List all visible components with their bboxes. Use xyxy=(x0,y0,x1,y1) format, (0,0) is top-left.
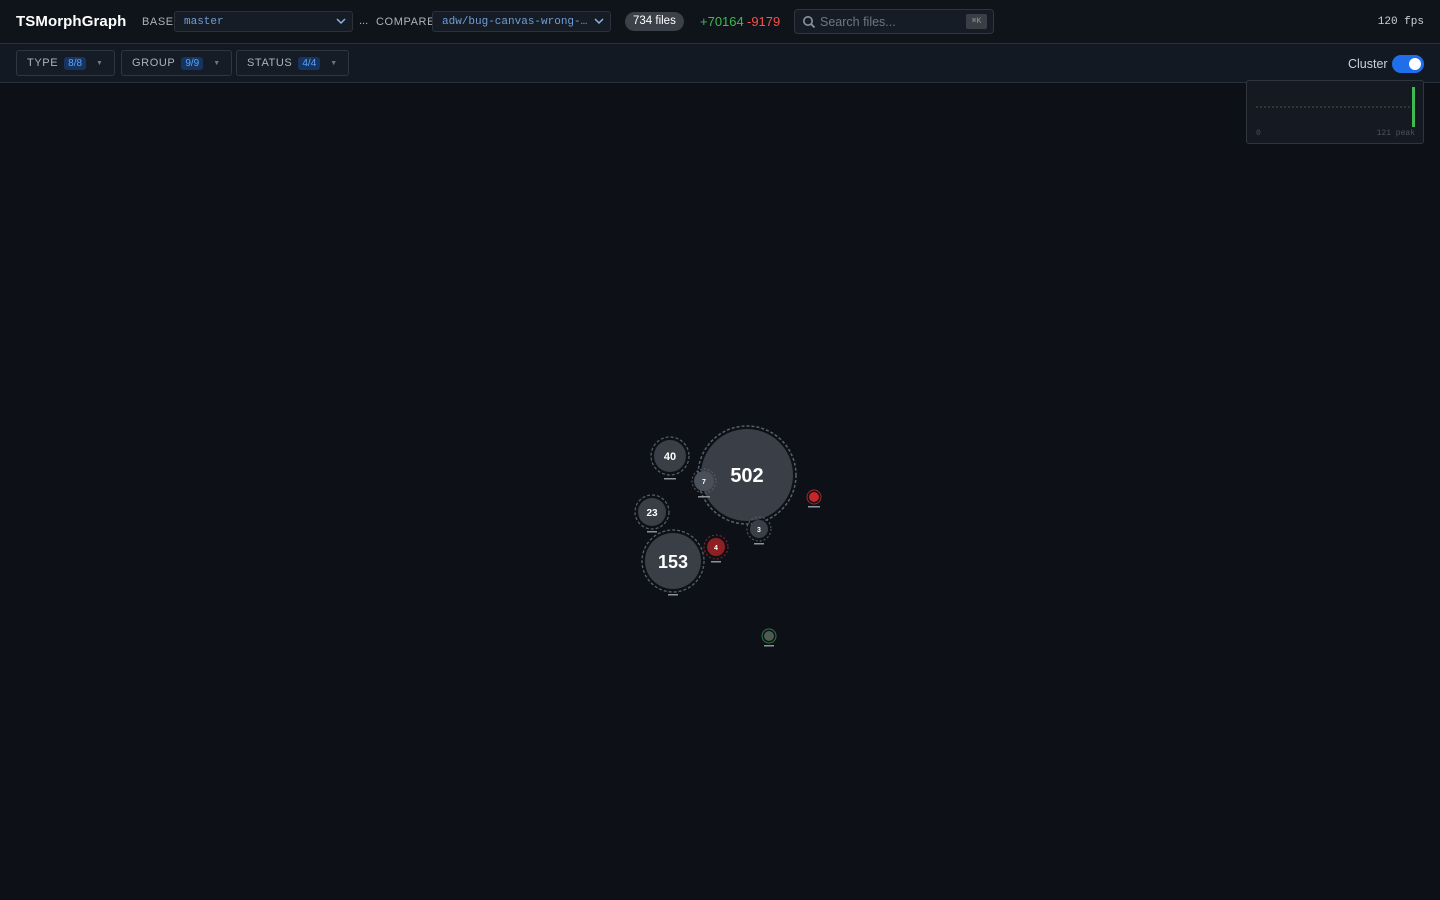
cluster-label-mark xyxy=(668,594,678,596)
cluster-node-23[interactable]: 23 xyxy=(634,494,670,533)
filter-group-button[interactable]: GROUP 9/9 ▼ xyxy=(121,50,232,76)
base-branch-select[interactable]: master xyxy=(174,11,353,32)
compare-branch-value: adw/bug-canvas-wrong-… xyxy=(442,16,588,28)
cluster-count: 502 xyxy=(730,465,763,487)
filter-status-count: 4/4 xyxy=(298,56,321,70)
app-title: TSMorphGraph xyxy=(16,13,127,30)
file-node-deleted[interactable] xyxy=(806,489,822,508)
cluster-label-mark xyxy=(754,543,764,545)
cluster-toggle[interactable] xyxy=(1392,55,1424,73)
fps-graph-min: 0 xyxy=(1256,129,1261,138)
cluster-node-153[interactable]: 153 xyxy=(641,529,705,596)
filter-status-label: STATUS xyxy=(247,57,293,69)
shortcut-hint: ⌘K xyxy=(966,14,987,29)
graph-canvas[interactable]: 502 7 40 23 153 4 3 xyxy=(0,83,1440,900)
top-bar: TSMorphGraph BASE master ... COMPARE adw… xyxy=(0,0,1440,44)
additions-count: +70164 xyxy=(700,14,744,29)
cluster-count: 23 xyxy=(646,508,658,519)
cluster-node-502[interactable]: 502 xyxy=(697,425,797,525)
filter-type-label: TYPE xyxy=(27,57,59,69)
cluster-count: 153 xyxy=(658,552,688,572)
cluster-node-3[interactable]: 3 xyxy=(746,516,772,545)
cluster-node-40[interactable]: 40 xyxy=(650,436,690,480)
search-input[interactable] xyxy=(820,13,960,31)
base-label: BASE xyxy=(142,16,174,28)
caret-down-icon: ▼ xyxy=(330,59,338,67)
cluster-label-mark xyxy=(711,561,721,563)
base-branch-value: master xyxy=(184,16,224,28)
file-node-added[interactable] xyxy=(761,628,777,647)
cluster-node-4[interactable]: 4 xyxy=(703,534,729,563)
search-icon xyxy=(803,16,816,29)
chevron-down-icon xyxy=(594,18,604,25)
toggle-knob xyxy=(1409,58,1421,70)
filter-group-count: 9/9 xyxy=(181,56,204,70)
compare-branch-select[interactable]: adw/bug-canvas-wrong-… xyxy=(432,11,611,32)
node-label-mark xyxy=(764,645,774,647)
filter-group-label: GROUP xyxy=(132,57,176,69)
search-box[interactable]: ⌘K xyxy=(794,9,994,34)
filter-bar: TYPE 8/8 ▼ GROUP 9/9 ▼ STATUS 4/4 ▼ Clus… xyxy=(0,44,1440,83)
filter-status-button[interactable]: STATUS 4/4 ▼ xyxy=(236,50,349,76)
cluster-label-mark xyxy=(664,478,676,480)
fps-graph-peak: 121 peak xyxy=(1376,129,1415,138)
cluster-label-mark xyxy=(698,496,710,498)
files-count-badge: 734 files xyxy=(625,12,684,31)
graph-svg[interactable]: 502 7 40 23 153 4 3 xyxy=(0,83,1440,900)
filter-type-count: 8/8 xyxy=(64,56,87,70)
cluster-count: 3 xyxy=(757,527,761,534)
compare-separator: ... xyxy=(359,15,369,27)
fps-graph-panel: 0 121 peak xyxy=(1246,80,1424,144)
cluster-count: 7 xyxy=(702,479,706,486)
compare-label: COMPARE xyxy=(376,16,436,28)
cluster-label-mark xyxy=(647,531,657,533)
chevron-down-icon xyxy=(336,18,346,25)
cluster-label: Cluster xyxy=(1348,57,1388,71)
fps-bar xyxy=(1412,87,1415,127)
deletions-count: -9179 xyxy=(747,14,781,29)
cluster-count: 40 xyxy=(664,451,676,463)
caret-down-icon: ▼ xyxy=(213,59,221,67)
cluster-count: 4 xyxy=(714,545,718,552)
node-label-mark xyxy=(808,506,820,508)
filter-type-button[interactable]: TYPE 8/8 ▼ xyxy=(16,50,115,76)
fps-counter: 120 fps xyxy=(1377,16,1424,28)
caret-down-icon: ▼ xyxy=(96,59,104,67)
